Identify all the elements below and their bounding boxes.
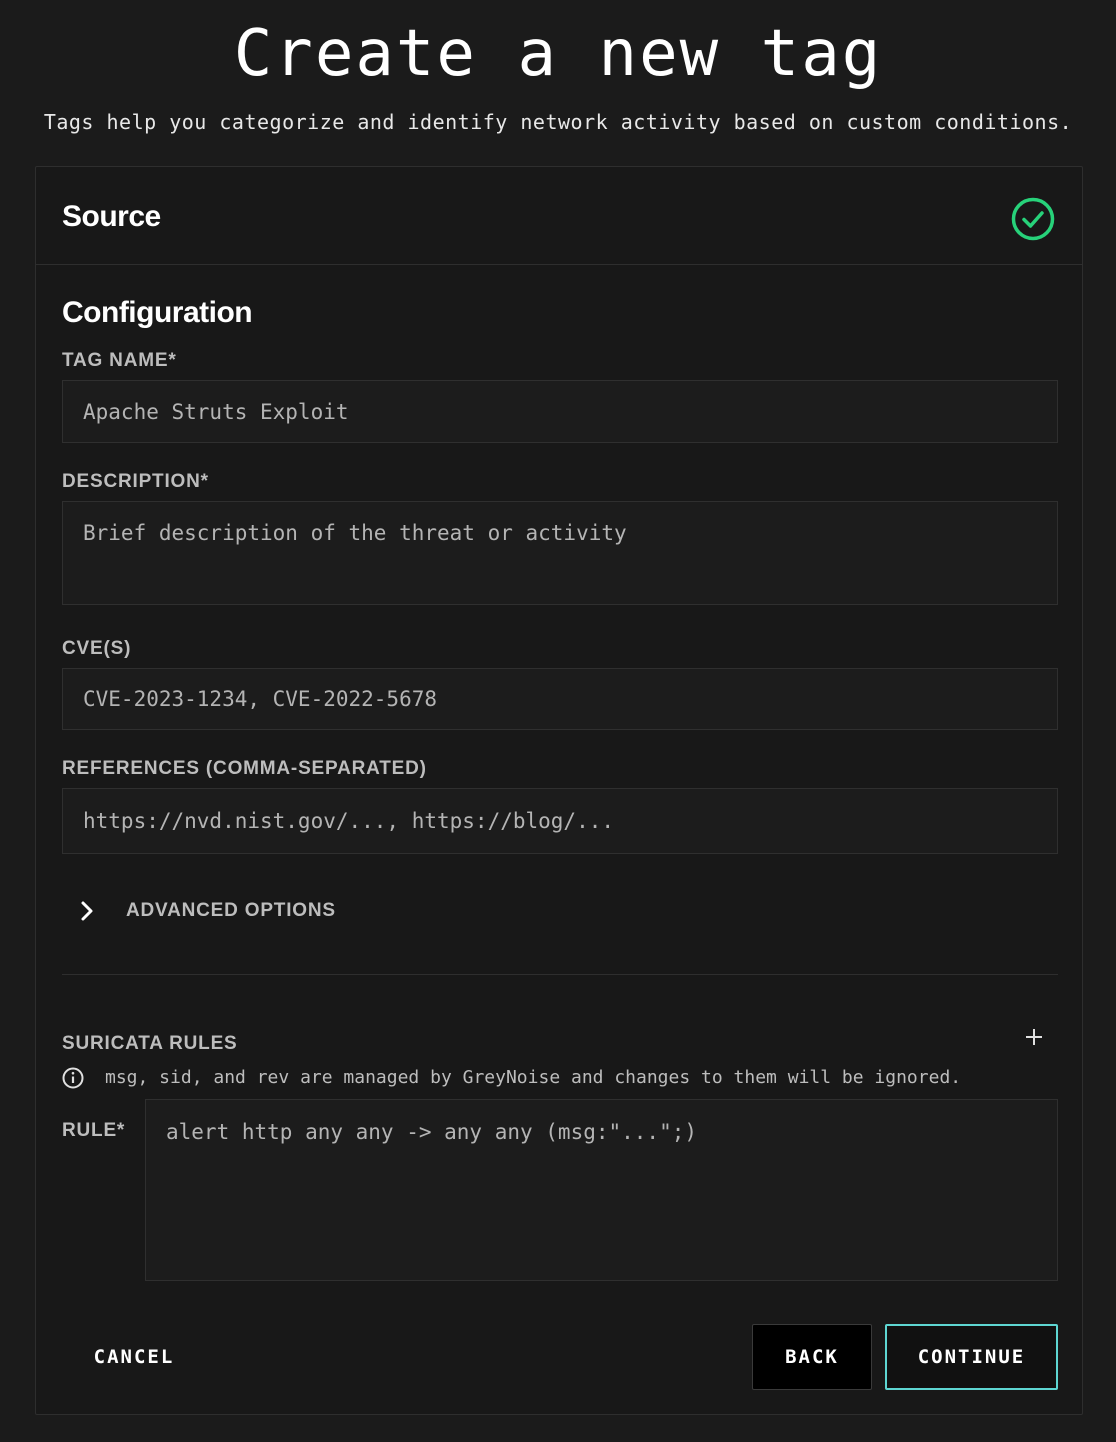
chevron-right-icon [81,901,93,921]
page-title: Create a new tag [233,17,883,91]
section-divider [62,974,1058,975]
back-button[interactable]: BACK [752,1324,872,1390]
suricata-info-note: msg, sid, and rev are managed by GreyNoi… [62,1065,1042,1091]
cancel-button[interactable]: CANCEL [66,1324,202,1390]
cves-input[interactable]: CVE-2023-1234, CVE-2022-5678 [62,668,1058,730]
tag-name-input[interactable]: Apache Struts Exploit [62,380,1058,443]
rule-placeholder: alert http any any -> any any (msg:"..."… [166,1120,698,1144]
rule-label: RULE* [62,1120,126,1141]
rule-textarea[interactable]: alert http any any -> any any (msg:"..."… [145,1099,1058,1281]
cves-placeholder: CVE-2023-1234, CVE-2022-5678 [83,687,438,711]
references-placeholder: https://nvd.nist.gov/..., https://blog/.… [83,809,615,833]
references-label: REFERENCES (COMMA-SEPARATED) [62,758,427,779]
description-placeholder: Brief description of the threat or activ… [83,521,627,545]
source-section-title: Source [62,200,161,233]
description-label: DESCRIPTION* [62,471,209,492]
references-input[interactable]: https://nvd.nist.gov/..., https://blog/.… [62,788,1058,854]
check-circle-icon [1011,197,1055,241]
tag-name-label: TAG NAME* [62,350,177,371]
tag-name-placeholder: Apache Struts Exploit [83,400,349,424]
suricata-info-text: msg, sid, and rev are managed by GreyNoi… [105,1067,962,1088]
suricata-rules-heading: SURICATA RULES [62,1033,238,1054]
cves-label: CVE(S) [62,638,132,659]
tag-form-card: Source Configuration TAG NAME* Apache St… [35,166,1083,1415]
info-icon [62,1067,84,1089]
page-subtitle: Tags help you categorize and identify ne… [43,110,1073,134]
continue-button[interactable]: CONTINUE [885,1324,1058,1390]
plus-icon[interactable] [1024,1027,1044,1047]
advanced-options-toggle[interactable]: ADVANCED OPTIONS [76,893,376,929]
configuration-heading: Configuration [62,296,253,329]
advanced-options-label: ADVANCED OPTIONS [126,900,336,921]
source-section-header[interactable]: Source [36,167,1082,265]
description-textarea[interactable]: Brief description of the threat or activ… [62,501,1058,605]
